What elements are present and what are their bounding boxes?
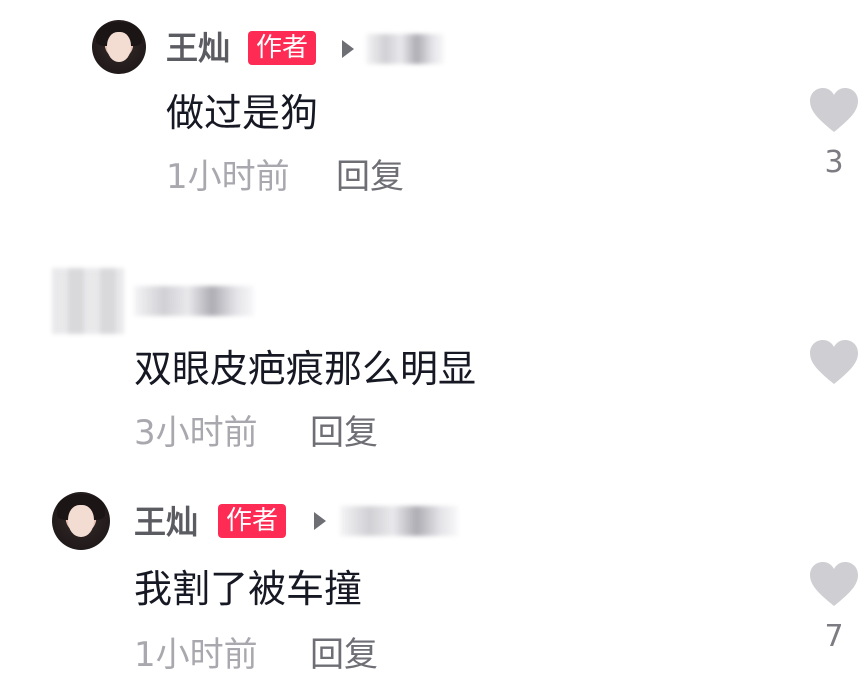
comment-item: 王灿 作者 做过是狗 1小时前 回复 3 [0, 0, 867, 220]
author-name[interactable]: 王灿 [166, 32, 230, 64]
like-count: 7 [824, 619, 844, 654]
comment-time: 1小时前 [166, 157, 290, 197]
author-badge: 作者 [218, 504, 287, 538]
reply-to-arrow-icon [314, 512, 326, 530]
like-count: 3 [824, 145, 844, 180]
reply-button[interactable]: 回复 [310, 638, 378, 672]
blurred-username [134, 286, 254, 316]
comment-text: 双眼皮疤痕那么明显 [134, 347, 477, 391]
reply-button[interactable]: 回复 [336, 160, 404, 194]
blurred-avatar[interactable] [52, 268, 124, 334]
author-badge: 作者 [248, 31, 317, 65]
reply-to-arrow-icon [342, 40, 354, 58]
author-name[interactable]: 王灿 [134, 506, 198, 538]
like-button[interactable]: 7 [808, 560, 860, 652]
blurred-username [366, 34, 444, 64]
comment-time: 3小时前 [134, 413, 258, 453]
avatar[interactable] [52, 492, 110, 550]
blurred-username [340, 506, 458, 536]
comment-text: 做过是狗 [166, 91, 319, 135]
comment-item: 王灿 作者 我割了被车撞 1小时前 回复 7 [0, 480, 867, 698]
comment-item: 双眼皮疤痕那么明显 3小时前 回复 [0, 250, 867, 470]
reply-button[interactable]: 回复 [310, 416, 378, 450]
heart-icon [810, 340, 858, 384]
avatar[interactable] [92, 20, 146, 74]
comment-time: 1小时前 [134, 635, 258, 675]
comment-text: 我割了被车撞 [134, 567, 363, 611]
like-button[interactable]: 3 [808, 86, 860, 178]
like-button[interactable] [808, 338, 860, 400]
heart-icon [810, 88, 858, 132]
heart-icon [810, 562, 858, 606]
